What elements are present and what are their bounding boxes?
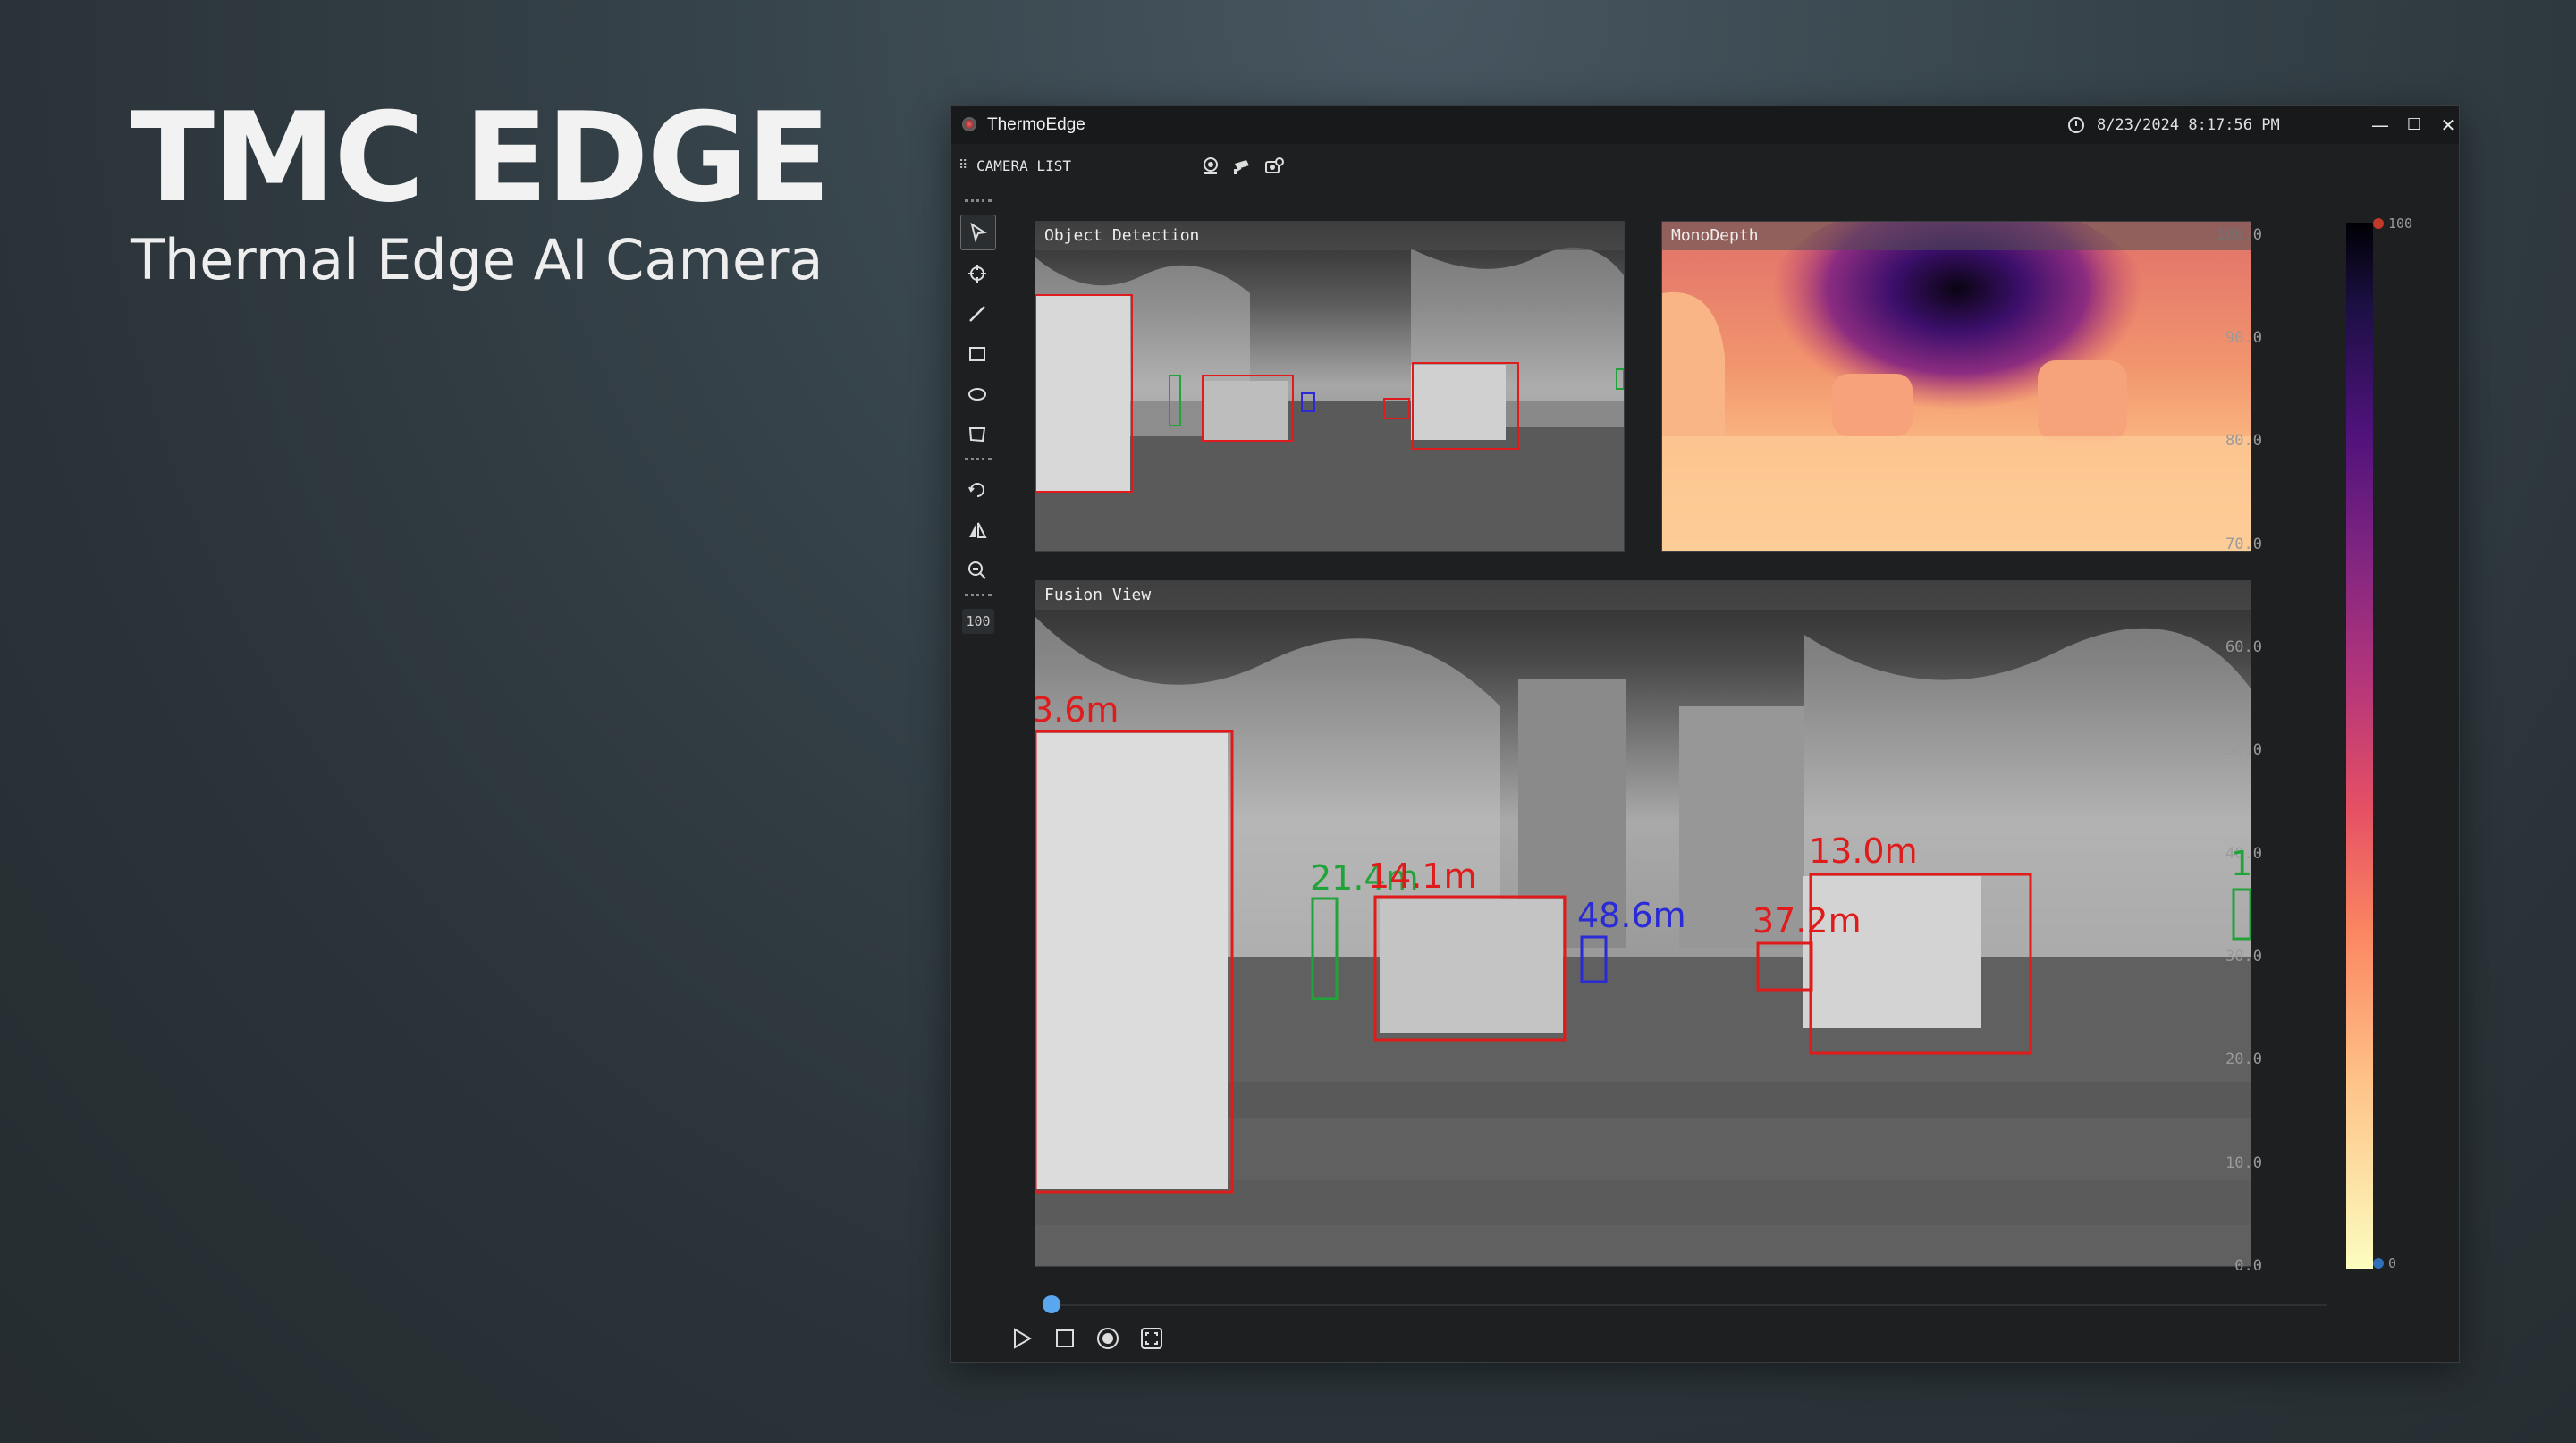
line-tool-button[interactable]	[960, 297, 994, 331]
stop-icon	[1056, 1329, 1074, 1347]
close-button[interactable]: ✕	[2428, 110, 2468, 140]
pointer-icon	[970, 222, 987, 243]
zoom-level[interactable]: 100	[962, 609, 994, 634]
polygon-icon	[968, 427, 986, 443]
colorbar-tick: 60.0	[2225, 638, 2262, 656]
rotate-icon	[968, 483, 984, 497]
zoom-icon	[968, 561, 986, 579]
panel-label: Object Detection	[1035, 222, 1624, 250]
brand-title: TMC EDGE	[131, 86, 831, 230]
object-detection-panel[interactable]: Object Detection	[1035, 221, 1625, 552]
timeline-handle[interactable]	[1043, 1295, 1060, 1313]
colorbar-tick: 20.0	[2225, 1051, 2262, 1068]
panel-label: MonoDepth	[1662, 222, 2251, 250]
fullscreen-button[interactable]	[1137, 1324, 1166, 1353]
camera-connect-icon[interactable]	[1201, 156, 1220, 176]
tool-sidebar: 100	[960, 199, 996, 634]
fullscreen-icon	[1141, 1328, 1162, 1349]
zoom-tool-button[interactable]	[960, 553, 994, 587]
divider	[965, 458, 992, 466]
detection-label: 37.2m	[1753, 901, 1862, 941]
cctv-icon[interactable]	[1232, 156, 1252, 176]
camera-settings-icon[interactable]	[1264, 156, 1284, 176]
colorbar-tick: 70.0	[2225, 536, 2262, 553]
divider	[965, 594, 992, 602]
timeline-track[interactable]	[1050, 1304, 2327, 1306]
detection-label: 13.0m	[1809, 831, 1918, 871]
rectangle-tool-button[interactable]	[960, 337, 994, 371]
colorbar-scale: 100.0 90.0 80.0 70.0 60.0 50.0 40.0 30.0…	[2209, 226, 2262, 1281]
crosshair-icon	[968, 265, 986, 283]
datetime: 8/23/2024 8:17:56 PM	[2097, 116, 2280, 134]
colorbar-tick: 50.0	[2225, 741, 2262, 759]
colorbar-tick: 90.0	[2225, 329, 2262, 347]
pointer-tool-button[interactable]	[960, 215, 996, 250]
colorbar-tick: 0.0	[2234, 1257, 2262, 1275]
colorbar-tick: 80.0	[2225, 432, 2262, 450]
colorbar-min-label: 0	[2388, 1255, 2397, 1271]
colorbar-min-handle[interactable]	[2373, 1258, 2384, 1269]
brand: TMC EDGE Thermal Edge AI Camera	[131, 86, 831, 292]
colorbar-max-handle[interactable]	[2373, 218, 2384, 229]
app-logo-icon	[962, 117, 976, 131]
app-title: ThermoEdge	[987, 115, 1085, 134]
colorbar-tick: 30.0	[2225, 948, 2262, 966]
rectangle-icon	[969, 347, 985, 361]
flip-icon	[969, 522, 987, 538]
depth-map-view	[1662, 222, 2251, 551]
flip-tool-button[interactable]	[960, 513, 994, 547]
detection-label: 1	[2231, 844, 2251, 883]
app-window: ThermoEdge 8/23/2024 8:17:56 PM — ☐ ✕ ⠿ …	[950, 105, 2460, 1363]
crosshair-tool-button[interactable]	[960, 257, 994, 291]
drag-handle-icon[interactable]: ⠿	[959, 158, 967, 173]
colorbar-max-label: 100	[2388, 215, 2413, 232]
record-icon	[1097, 1328, 1119, 1349]
detection-label: 3.6m	[1035, 690, 1119, 730]
play-button[interactable]	[1008, 1324, 1036, 1353]
stop-button[interactable]	[1051, 1324, 1079, 1353]
line-icon	[969, 306, 985, 322]
polygon-tool-button[interactable]	[960, 418, 994, 451]
toolbar: ⠿ CAMERA LIST	[951, 144, 2459, 187]
divider	[965, 199, 992, 207]
ellipse-tool-button[interactable]	[960, 377, 994, 411]
rotate-tool-button[interactable]	[960, 473, 994, 507]
detection-label: 14.1m	[1368, 857, 1477, 896]
object-detection-view	[1035, 222, 1624, 551]
fusion-view-panel[interactable]: Fusion View 3.6m 21.4m 14.1m 48.6m 37.2m…	[1035, 580, 2251, 1267]
title-bar: ThermoEdge 8/23/2024 8:17:56 PM — ☐ ✕	[951, 106, 2459, 144]
play-icon	[1014, 1328, 1032, 1349]
mono-depth-panel[interactable]: MonoDepth	[1661, 221, 2251, 552]
ellipse-icon	[968, 388, 986, 401]
colorbar-gradient	[2346, 223, 2373, 1269]
colorbar-tick: 10.0	[2225, 1154, 2262, 1172]
panel-label: Fusion View	[1035, 581, 2251, 610]
brand-subtitle: Thermal Edge AI Camera	[131, 227, 823, 292]
camera-list-button[interactable]: CAMERA LIST	[976, 157, 1071, 174]
record-button[interactable]	[1094, 1324, 1122, 1353]
detection-label: 48.6m	[1577, 896, 1686, 935]
clock-icon	[2068, 117, 2084, 133]
